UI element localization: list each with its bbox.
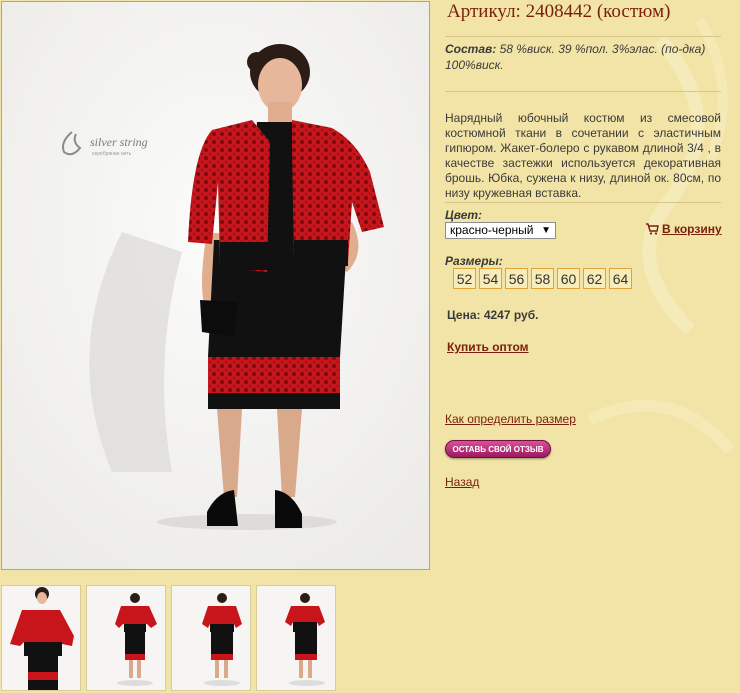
leave-review-button[interactable]: ОСТАВЬ СВОЙ ОТЗЫВ xyxy=(445,440,551,458)
product-description: Нарядный юбочный костюм из смесовой кост… xyxy=(445,111,721,200)
divider xyxy=(445,36,721,37)
chevron-down-icon: ▼ xyxy=(541,225,551,236)
size-options: 52 54 56 58 60 62 64 xyxy=(453,268,632,289)
thumbnail-3[interactable] xyxy=(171,585,251,691)
back-link[interactable]: Назад xyxy=(445,475,479,489)
size-option[interactable]: 54 xyxy=(479,268,502,289)
size-option[interactable]: 58 xyxy=(531,268,554,289)
cart-icon xyxy=(646,223,659,235)
svg-text:silver string: silver string xyxy=(90,135,148,149)
add-to-cart-link[interactable]: В корзину xyxy=(645,222,722,236)
model-illustration: silver string серебряная нить xyxy=(2,2,429,569)
sizes-label: Размеры: xyxy=(445,254,503,268)
size-option[interactable]: 60 xyxy=(557,268,580,289)
buy-wholesale-link[interactable]: Купить оптом xyxy=(447,340,529,354)
size-guide-link[interactable]: Как определить размер xyxy=(445,412,576,426)
product-title: Артикул: 2408442 (костюм) xyxy=(447,1,671,22)
composition-label: Состав: xyxy=(445,42,497,56)
size-option[interactable]: 64 xyxy=(609,268,632,289)
thumbnail-illustration xyxy=(115,593,157,686)
thumbnail-2[interactable] xyxy=(86,585,166,691)
add-to-cart-label: В корзину xyxy=(662,222,722,236)
color-select-value: красно-черный xyxy=(450,223,534,237)
thumbnail-illustration xyxy=(202,593,242,686)
thumbnail-illustration xyxy=(285,593,325,686)
svg-text:серебряная нить: серебряная нить xyxy=(92,151,132,157)
divider xyxy=(445,202,721,203)
size-option[interactable]: 52 xyxy=(453,268,476,289)
size-option[interactable]: 56 xyxy=(505,268,528,289)
color-select[interactable]: красно-черный ▼ xyxy=(445,222,556,239)
thumbnail-1[interactable] xyxy=(1,585,81,691)
main-product-photo[interactable]: silver string серебряная нить xyxy=(1,1,430,570)
thumbnail-4[interactable] xyxy=(256,585,336,691)
thumbnail-illustration xyxy=(10,587,74,690)
price-text: Цена: 4247 руб. xyxy=(447,308,539,322)
size-option[interactable]: 62 xyxy=(583,268,606,289)
divider xyxy=(445,91,721,92)
composition-text: Состав: 58 %виск. 39 %пол. 3%элас. (по-д… xyxy=(445,41,721,73)
color-label: Цвет: xyxy=(445,208,483,222)
